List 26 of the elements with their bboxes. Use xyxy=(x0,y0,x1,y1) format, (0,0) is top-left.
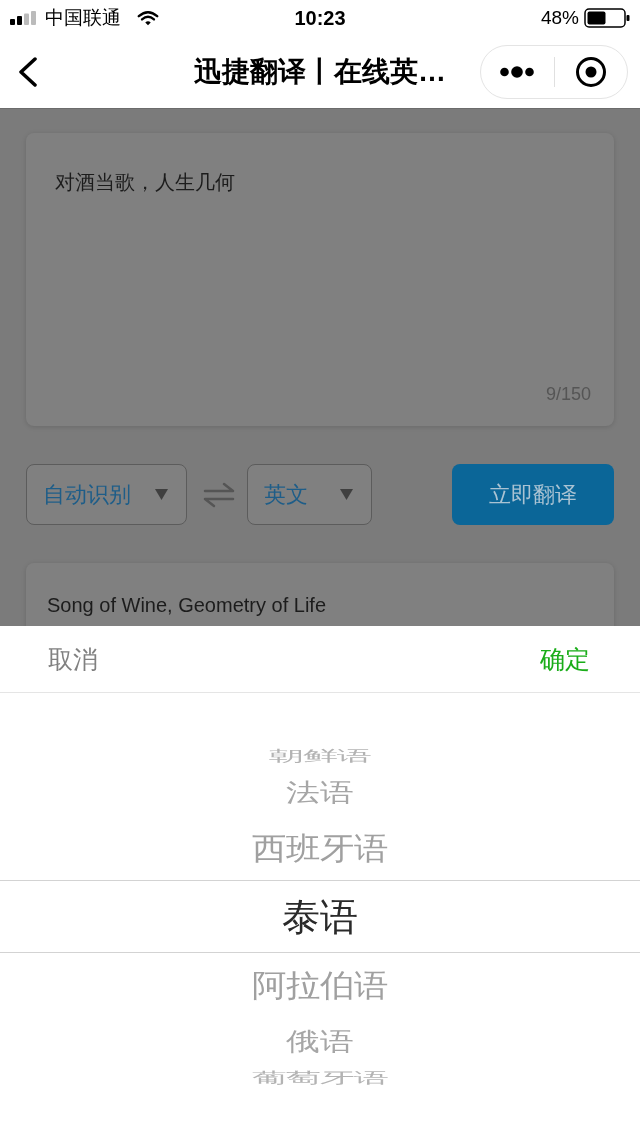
caret-icon xyxy=(155,489,168,500)
picker-option[interactable]: 葡萄牙语 xyxy=(252,1070,388,1085)
more-icon[interactable] xyxy=(500,66,535,78)
carrier-name: 中国联通 xyxy=(45,6,121,30)
picker-option[interactable]: 阿拉伯语 xyxy=(252,969,388,1001)
picker-option[interactable]: 俄语 xyxy=(286,1028,354,1054)
battery-icon xyxy=(584,8,630,28)
page-title: 迅捷翻译丨在线英… xyxy=(194,55,446,89)
input-text: 对酒当歌，人生几何 xyxy=(55,170,235,194)
picker-option[interactable]: 西班牙语 xyxy=(252,832,388,864)
signal-icon xyxy=(10,11,38,25)
cancel-button[interactable]: 取消 xyxy=(48,644,98,674)
translation-text: Song of Wine, Geometry of Life xyxy=(47,594,327,616)
picker-option[interactable]: 泰语 xyxy=(282,897,358,936)
back-icon[interactable] xyxy=(18,57,38,87)
source-language-dropdown[interactable]: 自动识别 xyxy=(26,464,187,525)
wifi-icon xyxy=(137,10,159,26)
caret-icon xyxy=(340,489,353,500)
status-time: 10:23 xyxy=(294,6,346,30)
picker-option[interactable]: 法语 xyxy=(286,779,354,805)
battery-percent: 48% xyxy=(540,7,579,29)
picker-option[interactable]: 朝鲜语 xyxy=(269,748,371,763)
target-icon[interactable] xyxy=(574,56,607,88)
translate-button[interactable]: 立即翻译 xyxy=(452,464,614,525)
target-language-dropdown[interactable]: 英文 xyxy=(247,464,372,525)
confirm-button[interactable]: 确定 xyxy=(540,644,590,674)
